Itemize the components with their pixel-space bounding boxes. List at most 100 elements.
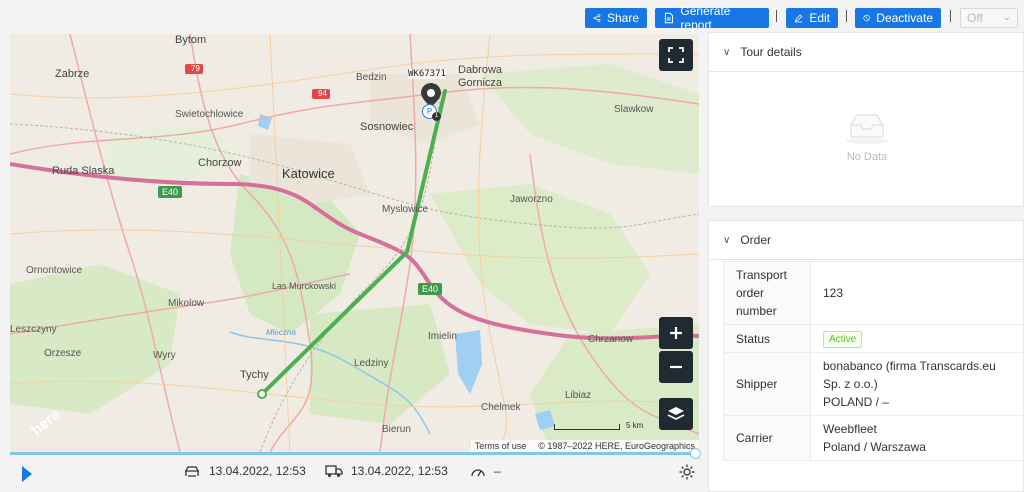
document-icon <box>664 12 673 24</box>
end-time-value: 13.04.2022, 12:53 <box>351 464 448 478</box>
playback-settings-button[interactable] <box>678 463 696 486</box>
shipper-location: POLAND / – <box>823 395 890 409</box>
end-time: 13.04.2022, 12:53 <box>325 464 448 478</box>
chevron-down-icon: ∨ <box>723 234 731 246</box>
map-layers-button[interactable] <box>659 398 693 430</box>
generate-report-label: Generate report <box>680 4 731 32</box>
map-label-katowice: Katowice <box>282 166 335 181</box>
deactivate-button[interactable]: Deactivate <box>855 8 941 28</box>
chevron-down-icon: ∨ <box>723 46 731 58</box>
speedometer-icon <box>471 469 485 477</box>
vehicle-marker[interactable] <box>420 82 442 107</box>
order-panel: ∨ Order Transport order number 123 Statu… <box>708 220 1024 492</box>
map-label-slawkow: Slawkow <box>614 104 654 115</box>
map-label-chorzow: Chorzow <box>198 157 242 169</box>
carrier-location: Poland / Warszawa <box>823 440 926 454</box>
fullscreen-icon <box>668 47 684 63</box>
shipper-name: bonabanco (firma Transcards.eu Sp. z o.o… <box>823 359 996 391</box>
map-label-bedzin: Bedzin <box>356 72 387 83</box>
map-label-bierun: Bierun <box>382 424 411 435</box>
map-label-leszczyny: Leszczyny <box>10 324 57 335</box>
map-label-gornicza: Gornicza <box>458 77 503 89</box>
map-label-bytom: Bytom <box>175 34 207 46</box>
map-label-jaworzno: Jaworzno <box>510 194 553 205</box>
timeline-slider-handle[interactable] <box>690 448 701 459</box>
departure-icon <box>185 466 199 477</box>
minus-icon <box>670 365 682 369</box>
road-shield-94: 94 <box>318 89 327 98</box>
map-view[interactable]: 79 94 E40 E40 Bytom Zabrze Swietochlowic… <box>10 34 699 452</box>
map-label-chelmek: Chelmek <box>481 402 521 413</box>
no-data-text: No Data <box>846 151 888 163</box>
map-label-ledziny: Ledziny <box>354 358 389 369</box>
order-title: Order <box>740 233 772 247</box>
scale-label: 5 km <box>626 421 644 430</box>
zoom-out-button[interactable] <box>659 351 693 383</box>
chevron-down-icon: ⌄ <box>1002 12 1011 23</box>
share-label: Share <box>606 11 639 25</box>
map-label-imielin: Imielin <box>428 331 457 342</box>
map-label-ruda-slaska: Ruda Slaska <box>52 165 115 177</box>
plus-icon <box>670 327 682 339</box>
deactivate-label: Deactivate <box>876 11 933 25</box>
order-field-value: bonabanco (firma Transcards.eu Sp. z o.o… <box>810 352 1024 416</box>
tour-details-header[interactable]: ∨ Tour details <box>709 33 1023 72</box>
empty-state: No Data <box>709 111 1024 163</box>
order-field-value: 123 <box>810 261 1024 325</box>
edit-button[interactable]: Edit <box>786 8 838 28</box>
pencil-icon <box>794 14 803 23</box>
order-field-label: Status <box>723 324 811 353</box>
order-field-value: Active <box>810 324 1024 353</box>
start-time-value: 13.04.2022, 12:53 <box>209 464 306 478</box>
map-label-tychy: Tychy <box>240 369 269 381</box>
playback-timeline: 13.04.2022, 12:53 13.04.2022, 12:53 – <box>10 448 701 492</box>
play-button[interactable] <box>22 466 32 482</box>
order-field-label: Shipper <box>723 352 811 416</box>
road-shield-79: 79 <box>191 64 200 73</box>
toolbar-divider <box>950 10 951 22</box>
map-label-sosnowiec: Sosnowiec <box>360 121 414 133</box>
road-shield-e40: E40 <box>422 284 439 294</box>
zoom-in-button[interactable] <box>659 317 693 349</box>
scale-bar <box>554 424 620 430</box>
status-badge: Active <box>823 331 863 348</box>
map-label-wyry: Wyry <box>153 350 176 361</box>
map-label-swietochlowice: Swietochlowice <box>175 109 244 120</box>
speed-readout: – <box>470 464 501 478</box>
generate-report-button[interactable]: Generate report <box>655 4 769 32</box>
tour-details-panel: ∨ Tour details No Data <box>708 32 1024 207</box>
empty-inbox-icon <box>845 114 889 144</box>
map-label-mleczna: Mleczna <box>266 328 296 337</box>
status-select-value: Off <box>967 11 983 25</box>
toolbar-divider <box>776 10 777 22</box>
table-row: Shipper bonabanco (firma Transcards.eu S… <box>723 352 1024 416</box>
map-label-chrzanow: Chrzanow <box>588 334 634 345</box>
map-label-dabrowa: Dabrowa <box>458 64 503 76</box>
gear-icon <box>679 464 695 480</box>
map-label-orzesze: Orzesze <box>44 348 82 359</box>
map-label-zabrze: Zabrze <box>55 68 90 80</box>
map-label-ornontowice: Ornontowice <box>26 265 83 276</box>
road-shield-e40: E40 <box>162 187 179 197</box>
table-row: Carrier Weebfleet Poland / Warszawa <box>723 415 1024 461</box>
order-field-label: Transport order number <box>723 261 811 325</box>
fullscreen-button[interactable] <box>659 39 693 71</box>
carrier-name: Weebfleet <box>823 422 877 436</box>
order-field-value: Weebfleet Poland / Warszawa <box>810 415 1024 461</box>
order-header[interactable]: ∨ Order <box>709 221 1023 260</box>
table-row: Status Active <box>723 324 1024 353</box>
map-label-mikolow: Mikolow <box>168 298 205 309</box>
parking-count-badge: 1 <box>432 112 441 121</box>
map-label-libiaz: Libiaz <box>565 390 592 401</box>
order-table: Transport order number 123 Status Active… <box>723 261 1024 461</box>
toolbar-divider <box>846 10 847 22</box>
status-select[interactable]: Off ⌄ <box>960 8 1018 28</box>
edit-label: Edit <box>809 11 830 25</box>
tour-details-title: Tour details <box>740 45 802 59</box>
map-label-las-murckowski: Las Murckowski <box>272 281 337 291</box>
share-button[interactable]: Share <box>585 8 647 28</box>
order-field-label: Carrier <box>723 415 811 461</box>
timeline-slider-track[interactable] <box>10 452 694 455</box>
toolbar: Share Generate report Edit Deactivate Of… <box>0 0 1024 34</box>
truck-icon <box>325 465 343 477</box>
